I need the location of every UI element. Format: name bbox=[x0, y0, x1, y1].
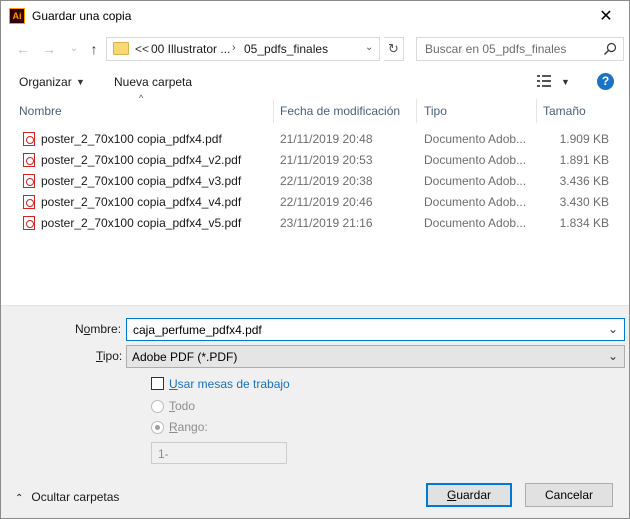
save-copy-dialog: Ai Guardar una copia ✕ ← → ⌄ ↑ << 00 Ill… bbox=[0, 0, 630, 519]
file-date: 23/11/2019 21:16 bbox=[280, 216, 373, 230]
column-divider[interactable] bbox=[536, 99, 537, 123]
range-value: 1- bbox=[158, 447, 169, 461]
address-overflow[interactable]: << bbox=[135, 42, 149, 56]
file-size: 1.834 KB bbox=[559, 216, 609, 230]
up-folder-button[interactable]: ↑ bbox=[84, 39, 104, 59]
use-artboards-label[interactable]: Usar mesas de trabajo bbox=[169, 377, 290, 391]
file-row[interactable]: poster_2_70x100 copia_pdfx4.pdf 21/11/20… bbox=[1, 129, 629, 150]
file-size: 1.909 KB bbox=[559, 132, 609, 146]
file-type: Documento Adob... bbox=[424, 153, 527, 167]
file-date: 22/11/2019 20:38 bbox=[280, 174, 373, 188]
file-type-select[interactable]: Adobe PDF (*.PDF) ⌄ bbox=[126, 345, 625, 368]
file-row[interactable]: poster_2_70x100 copia_pdfx4_v5.pdf 23/11… bbox=[1, 213, 629, 234]
save-button[interactable]: Guardar bbox=[426, 483, 512, 507]
recent-locations-button[interactable]: ⌄ bbox=[64, 39, 84, 59]
file-type: Documento Adob... bbox=[424, 174, 527, 188]
new-folder-button[interactable]: Nueva carpeta bbox=[114, 75, 192, 89]
cancel-button[interactable]: Cancelar bbox=[525, 483, 613, 507]
organize-dropdown-icon[interactable]: ▼ bbox=[76, 77, 85, 87]
sort-ascending-icon: ^ bbox=[139, 93, 144, 103]
breadcrumb-pdfs-finales[interactable]: 05_pdfs_finales bbox=[244, 42, 328, 56]
file-type: Documento Adob... bbox=[424, 195, 527, 209]
breadcrumb-illustrator[interactable]: 00 Illustrator ... bbox=[151, 42, 230, 56]
chevron-up-icon: ⌃ bbox=[15, 493, 24, 504]
file-size: 1.891 KB bbox=[559, 153, 609, 167]
file-size: 3.436 KB bbox=[559, 174, 609, 188]
range-radio[interactable] bbox=[151, 421, 164, 434]
close-icon: ✕ bbox=[599, 8, 613, 25]
file-name: poster_2_70x100 copia_pdfx4_v2.pdf bbox=[41, 153, 242, 167]
file-row[interactable]: poster_2_70x100 copia_pdfx4_v4.pdf 22/11… bbox=[1, 192, 629, 213]
file-type: Documento Adob... bbox=[424, 216, 527, 230]
back-button[interactable]: ← bbox=[13, 39, 33, 59]
breadcrumb-separator-icon[interactable]: › bbox=[232, 42, 236, 54]
file-date: 21/11/2019 20:53 bbox=[280, 153, 373, 167]
forward-button[interactable]: → bbox=[39, 39, 59, 59]
up-arrow-icon: ↑ bbox=[90, 41, 98, 57]
refresh-button[interactable]: ↻ bbox=[384, 37, 404, 61]
window-title: Guardar una copia bbox=[32, 9, 132, 23]
file-row[interactable]: poster_2_70x100 copia_pdfx4_v3.pdf 22/11… bbox=[1, 171, 629, 192]
file-type-label: Tipo: bbox=[96, 349, 123, 363]
file-name: poster_2_70x100 copia_pdfx4_v4.pdf bbox=[41, 195, 242, 209]
search-input[interactable]: Buscar en 05_pdfs_finales bbox=[416, 37, 624, 61]
file-date: 22/11/2019 20:46 bbox=[280, 195, 373, 209]
file-row[interactable]: poster_2_70x100 copia_pdfx4_v2.pdf 21/11… bbox=[1, 150, 629, 171]
file-list: poster_2_70x100 copia_pdfx4.pdf 21/11/20… bbox=[1, 129, 629, 234]
search-icon[interactable] bbox=[603, 42, 617, 56]
hide-folders-button[interactable]: ⌃ Ocultar carpetas bbox=[15, 490, 119, 504]
file-name: poster_2_70x100 copia_pdfx4_v5.pdf bbox=[41, 216, 242, 230]
chevron-down-icon: ⌄ bbox=[69, 43, 79, 54]
refresh-icon: ↻ bbox=[388, 41, 399, 56]
pdf-file-icon bbox=[23, 195, 35, 209]
file-name: poster_2_70x100 copia_pdfx4_v3.pdf bbox=[41, 174, 242, 188]
file-size: 3.430 KB bbox=[559, 195, 609, 209]
column-name-header[interactable]: Nombre bbox=[19, 104, 62, 118]
all-pages-radio[interactable] bbox=[151, 400, 164, 413]
file-name-value: caja_perfume_pdfx4.pdf bbox=[133, 323, 262, 337]
save-options-panel: Nombre: caja_perfume_pdfx4.pdf ⌄ Tipo: A… bbox=[1, 305, 629, 518]
illustrator-app-icon: Ai bbox=[9, 8, 25, 24]
help-icon[interactable]: ? bbox=[597, 73, 614, 90]
file-date: 21/11/2019 20:48 bbox=[280, 132, 373, 146]
toolbar: Organizar ▼ Nueva carpeta ▼ ? bbox=[1, 69, 629, 95]
chevron-down-icon[interactable]: ⌄ bbox=[608, 349, 618, 363]
pdf-file-icon bbox=[23, 174, 35, 188]
folder-icon bbox=[113, 42, 129, 55]
back-arrow-icon: ← bbox=[16, 41, 30, 57]
view-options-icon[interactable] bbox=[536, 74, 552, 88]
column-date-header[interactable]: Fecha de modificación bbox=[280, 104, 400, 118]
use-artboards-checkbox[interactable] bbox=[151, 377, 164, 390]
search-placeholder: Buscar en 05_pdfs_finales bbox=[425, 42, 567, 56]
navigation-bar: ← → ⌄ ↑ << 00 Illustrator ... › 05_pdfs_… bbox=[1, 35, 629, 63]
file-name: poster_2_70x100 copia_pdfx4.pdf bbox=[41, 132, 222, 146]
all-pages-label: Todo bbox=[169, 399, 196, 413]
file-name-input[interactable]: caja_perfume_pdfx4.pdf ⌄ bbox=[126, 318, 625, 341]
close-button[interactable]: ✕ bbox=[583, 1, 629, 32]
hide-folders-label: Ocultar carpetas bbox=[31, 490, 120, 504]
title-bar: Ai Guardar una copia ✕ bbox=[1, 1, 629, 32]
forward-arrow-icon: → bbox=[42, 41, 56, 57]
file-name-label: Nombre: bbox=[75, 322, 122, 336]
column-size-header[interactable]: Tamaño bbox=[543, 104, 586, 118]
column-divider[interactable] bbox=[273, 99, 274, 123]
pdf-file-icon bbox=[23, 216, 35, 230]
address-dropdown-icon[interactable]: ⌄ bbox=[365, 42, 373, 53]
column-divider[interactable] bbox=[416, 99, 417, 123]
pdf-file-icon bbox=[23, 153, 35, 167]
range-label: Rango: bbox=[169, 420, 208, 434]
file-type: Documento Adob... bbox=[424, 132, 527, 146]
column-headers: ^ Nombre Fecha de modificación Tipo Tama… bbox=[1, 93, 629, 123]
column-type-header[interactable]: Tipo bbox=[424, 104, 447, 118]
address-bar[interactable]: << 00 Illustrator ... › 05_pdfs_finales … bbox=[106, 37, 380, 61]
organize-button[interactable]: Organizar bbox=[19, 75, 72, 89]
view-dropdown-icon[interactable]: ▼ bbox=[561, 77, 570, 87]
range-field[interactable]: 1- bbox=[151, 442, 287, 464]
chevron-down-icon[interactable]: ⌄ bbox=[608, 322, 618, 336]
pdf-file-icon bbox=[23, 132, 35, 146]
file-type-value: Adobe PDF (*.PDF) bbox=[132, 350, 238, 364]
